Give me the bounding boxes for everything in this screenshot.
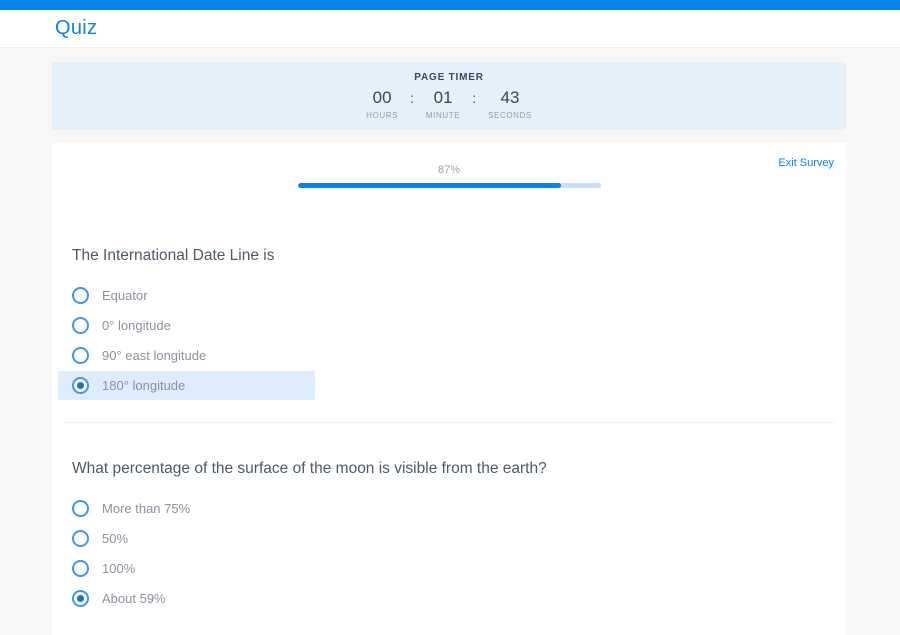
option-row[interactable]: More than 75% — [58, 494, 315, 523]
timer-seconds-value: 43 — [501, 88, 520, 108]
progress-section: 87% — [298, 143, 601, 188]
top-accent-bar — [0, 0, 900, 10]
option-label: Equator — [102, 288, 148, 303]
radio-unselected-icon[interactable] — [72, 560, 89, 577]
radio-unselected-icon[interactable] — [72, 287, 89, 304]
radio-dot — [77, 382, 84, 389]
question-text: The International Date Line is — [72, 246, 846, 265]
radio-unselected-icon[interactable] — [72, 500, 89, 517]
timer-title: PAGE TIMER — [414, 72, 483, 83]
progress-percent-label: 87% — [298, 164, 601, 176]
option-label: About 59% — [102, 591, 166, 606]
timer-seconds-label: SECONDS — [488, 111, 532, 120]
radio-selected-icon[interactable] — [72, 377, 89, 394]
page-timer-panel: PAGE TIMER 00 : 01 : 43 HOURS MINUTE SEC… — [52, 62, 846, 130]
option-label: 180° longitude — [102, 378, 185, 393]
page-title: Quiz — [55, 17, 97, 40]
app-header: Quiz — [0, 10, 900, 48]
option-label: 100% — [102, 561, 135, 576]
option-label: 50% — [102, 531, 128, 546]
timer-display: 00 : 01 : 43 HOURS MINUTE SECONDS — [366, 88, 532, 120]
timer-hours-label: HOURS — [366, 111, 398, 120]
questions-list: The International Date Line is Equator 0° … — [52, 188, 846, 635]
radio-unselected-icon[interactable] — [72, 347, 89, 364]
timer-colon: : — [472, 90, 476, 106]
option-row[interactable]: 100% — [58, 554, 315, 583]
timer-hours-value: 00 — [373, 88, 392, 108]
option-label: More than 75% — [102, 501, 190, 516]
question-text: What percentage of the surface of the mo… — [72, 459, 846, 478]
option-row[interactable]: 0° longitude — [58, 311, 315, 340]
question-block: The International Date Line is Equator 0° … — [52, 246, 846, 400]
radio-dot — [77, 595, 84, 602]
option-row[interactable]: 90° east longitude — [58, 341, 315, 370]
radio-unselected-icon[interactable] — [72, 317, 89, 334]
timer-minutes-value: 01 — [434, 88, 453, 108]
option-row[interactable]: Equator — [58, 281, 315, 310]
timer-minutes-label: MINUTE — [426, 111, 460, 120]
option-row[interactable]: 50% — [58, 524, 315, 553]
option-label: 90° east longitude — [102, 348, 206, 363]
radio-selected-icon[interactable] — [72, 590, 89, 607]
option-label: 0° longitude — [102, 318, 171, 333]
options-list: More than 75% 50% 100% About 59% — [52, 494, 846, 613]
timer-colon: : — [410, 90, 414, 106]
option-row[interactable]: 180° longitude — [58, 371, 315, 400]
radio-unselected-icon[interactable] — [72, 530, 89, 547]
options-list: Equator 0° longitude 90° east longitude 180… — [52, 281, 846, 400]
question-block: What percentage of the surface of the mo… — [52, 423, 846, 613]
survey-card: Exit Survey 87% The International Date L… — [52, 143, 846, 635]
option-row[interactable]: About 59% — [58, 584, 315, 613]
main-content: PAGE TIMER 00 : 01 : 43 HOURS MINUTE SEC… — [52, 62, 846, 635]
exit-survey-link[interactable]: Exit Survey — [778, 157, 834, 169]
